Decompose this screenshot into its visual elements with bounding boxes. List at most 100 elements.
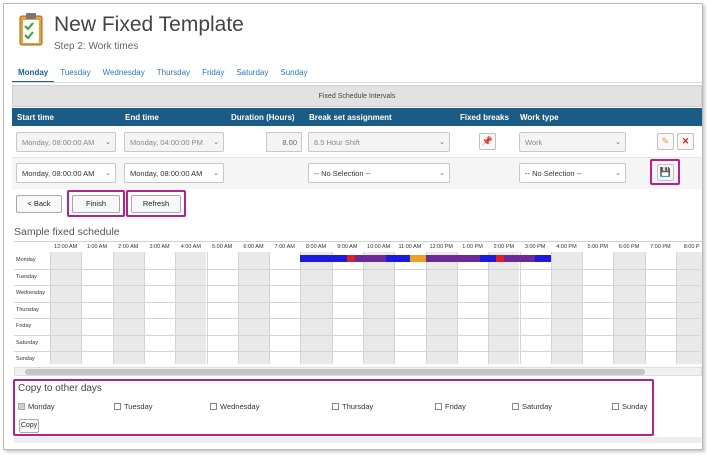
day-label: Saturday	[16, 339, 39, 346]
schedule-grid: 12:00 AM 1:00 AM 2:00 AM 3:00 AM 4:00 AM 5:00…	[14, 241, 702, 369]
hour-label: 2:00 AM	[118, 244, 139, 250]
work-type-select[interactable]: Work ⌄	[519, 132, 626, 152]
new-break-set-value: -- No Selection --	[314, 169, 371, 178]
schedule-segment	[535, 255, 551, 262]
hour-label: 8:00 P	[683, 244, 700, 250]
col-duration: Duration (Hours)	[231, 113, 295, 122]
page-header: New Fixed Template Step 2: Work times	[14, 10, 694, 54]
chevron-down-icon: ⌄	[105, 170, 111, 177]
day-label: Sunday	[16, 356, 35, 362]
row-divider	[14, 351, 700, 352]
col-work-type: Work type	[520, 113, 559, 122]
copy-checkbox-saturday[interactable]: Saturday	[512, 402, 552, 411]
hour-label: 8:00 AM	[305, 244, 327, 250]
copy-button[interactable]: Copy	[19, 419, 39, 433]
refresh-button[interactable]: Refresh	[131, 195, 181, 213]
schedule-segment	[496, 255, 504, 262]
checkbox-label: Sunday	[622, 402, 648, 411]
page-scrollbar[interactable]	[14, 437, 702, 443]
back-button[interactable]: < Back	[16, 195, 62, 213]
schedule-segment	[355, 255, 387, 262]
copy-checkbox-thursday[interactable]: Thursday	[332, 402, 373, 411]
checkbox-label: Tuesday	[124, 402, 153, 411]
work-type-value: Work	[525, 138, 543, 147]
pin-breaks-button[interactable]: 📌	[479, 133, 496, 150]
start-time-select[interactable]: Monday, 08:00:00 AM ⌄	[16, 132, 116, 152]
day-label: Tuesday	[16, 273, 37, 280]
copy-checkbox-friday[interactable]: Friday	[435, 402, 466, 411]
save-button[interactable]: 💾	[657, 164, 674, 181]
hour-label: 6:00 PM	[618, 244, 640, 250]
tabs-divider	[12, 82, 702, 83]
delete-button[interactable]: ✕	[677, 133, 694, 150]
intervals-panel-title: Fixed Schedule Intervals	[12, 85, 702, 107]
checkbox-icon	[210, 403, 217, 410]
col-end-time: End time	[125, 113, 159, 122]
schedule-segment	[503, 255, 536, 262]
checkbox-label: Thursday	[342, 402, 374, 411]
finish-button[interactable]: Finish	[72, 195, 120, 213]
col-break-set: Break set assignment	[309, 113, 392, 122]
duration-field[interactable]: 8.00	[266, 132, 302, 152]
copy-checkbox-sunday[interactable]: Sunday	[612, 402, 647, 411]
checkbox-label: Friday	[445, 402, 466, 411]
row-divider	[14, 268, 700, 270]
tab-saturday[interactable]: Saturday	[230, 63, 274, 83]
clipboard-check-icon	[19, 13, 43, 46]
tab-wednesday[interactable]: Wednesday	[97, 63, 151, 83]
tab-sunday[interactable]: Sunday	[274, 63, 313, 83]
col-start-time: Start time	[17, 113, 54, 122]
schedule-scrollbar[interactable]	[14, 367, 702, 376]
copy-checkbox-monday[interactable]: Monday	[18, 402, 55, 411]
schedule-segment	[347, 255, 356, 262]
copy-checkbox-tuesday[interactable]: Tuesday	[114, 402, 153, 411]
hour-label: 11:00 AM	[398, 244, 422, 250]
page-subtitle: Step 2: Work times	[54, 41, 139, 52]
scrollbar-thumb[interactable]	[25, 369, 645, 375]
new-work-type-value: -- No Selection --	[525, 169, 582, 178]
chevron-down-icon: ⌄	[615, 139, 621, 146]
hour-label: 3:00 AM	[149, 244, 170, 250]
checkbox-label: Wednesday	[220, 402, 260, 411]
day-label: Friday	[16, 323, 32, 329]
schedule-segment	[300, 255, 348, 262]
hour-label: 5:00 PM	[587, 244, 608, 250]
sample-schedule-title: Sample fixed schedule	[14, 226, 120, 238]
close-icon: ✕	[681, 136, 690, 146]
checkbox-icon	[435, 403, 442, 410]
row-divider	[14, 318, 700, 319]
copy-checkbox-wednesday[interactable]: Wednesday	[210, 402, 259, 411]
copy-section: Copy to other days Monday Tuesday Wednes…	[13, 379, 654, 436]
chevron-down-icon: ⌄	[439, 170, 445, 177]
hour-label: 1:00 AM	[86, 244, 108, 250]
row-divider	[14, 285, 700, 286]
hour-label: 9:00 AM	[337, 244, 358, 250]
new-work-type-select[interactable]: -- No Selection -- ⌄	[519, 163, 626, 183]
checkbox-icon	[332, 403, 339, 410]
tab-tuesday[interactable]: Tuesday	[54, 63, 96, 83]
new-break-set-select[interactable]: -- No Selection -- ⌄	[308, 163, 450, 183]
break-set-select[interactable]: 8.5 Hour Shift ⌄	[308, 132, 450, 152]
break-set-value: 8.5 Hour Shift	[314, 138, 360, 147]
end-time-select[interactable]: Monday, 04:00:00 PM ⌄	[124, 132, 224, 152]
hour-label: 1:00 PM	[462, 244, 483, 250]
hour-label: 10:00 AM	[367, 244, 391, 250]
chevron-down-icon: ⌄	[105, 139, 111, 146]
tab-friday[interactable]: Friday	[196, 63, 230, 83]
tab-monday[interactable]: Monday	[12, 63, 55, 83]
new-end-time-value: Monday, 08:00:00 AM	[130, 169, 203, 178]
schedule-segment	[409, 255, 426, 262]
chevron-down-icon: ⌄	[615, 170, 621, 177]
checkbox-icon	[512, 403, 519, 410]
save-icon: 💾	[659, 167, 672, 177]
edit-button[interactable]: ✎	[657, 133, 674, 150]
schedule-segment	[425, 255, 481, 262]
hour-label: 5:00 AM	[212, 244, 233, 250]
schedule-segment	[386, 255, 410, 262]
checkbox-icon	[114, 403, 121, 410]
chevron-down-icon: ⌄	[213, 139, 219, 146]
tab-thursday[interactable]: Thursday	[151, 63, 196, 83]
new-end-time-select[interactable]: Monday, 08:00:00 AM ⌄	[124, 163, 224, 183]
interval-row: Monday, 08:00:00 AM ⌄ Monday, 04:00:00 PM…	[12, 126, 702, 158]
new-start-time-select[interactable]: Monday, 08:00:00 AM ⌄	[16, 163, 116, 183]
